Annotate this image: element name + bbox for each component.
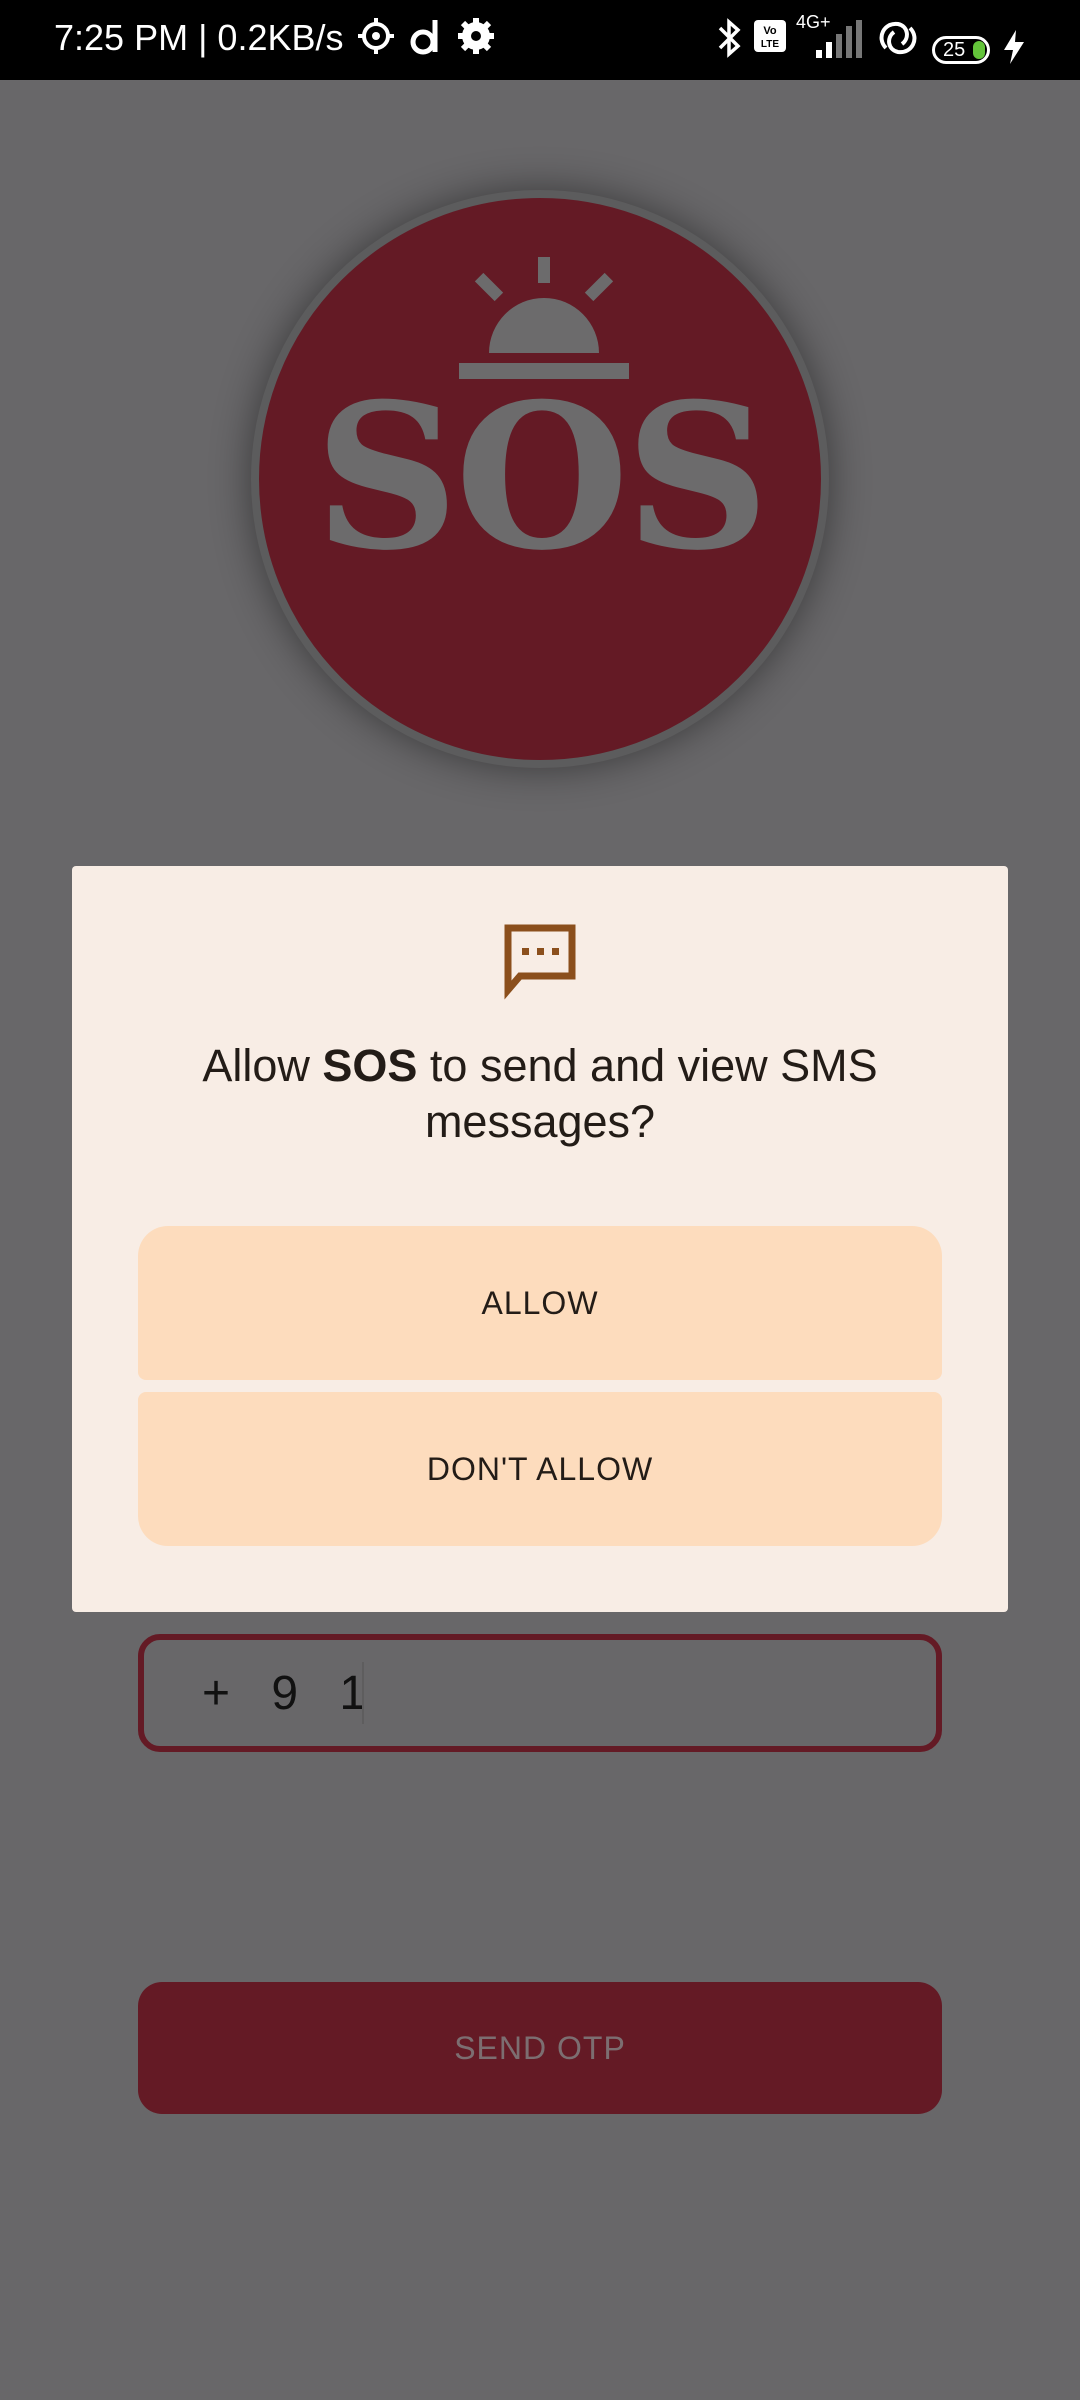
- status-bar: 7:25 PM | 0.2KB/s Vo LTE 4G+ 25: [0, 0, 1080, 80]
- dialog-title-suffix: to send and view SMS messages?: [417, 1040, 878, 1147]
- battery-fill: [973, 41, 985, 59]
- dialog-title-prefix: Allow: [202, 1040, 323, 1091]
- sms-permission-dialog: Allow SOS to send and view SMS messages?…: [72, 866, 1008, 1612]
- signal-icon: [816, 20, 862, 58]
- gear-outline-icon: [358, 18, 394, 54]
- status-time: 7:25 PM | 0.2KB/s: [54, 17, 344, 58]
- dialog-title: Allow SOS to send and view SMS messages?: [132, 1038, 948, 1150]
- battery-level: 25: [943, 39, 966, 61]
- send-otp-button[interactable]: SEND OTP: [138, 1982, 942, 2114]
- country-code[interactable]: + 9 1: [202, 1666, 380, 1721]
- charging-icon: [1004, 30, 1024, 64]
- allow-button[interactable]: ALLOW: [138, 1226, 942, 1380]
- dont-allow-button[interactable]: DON'T ALLOW: [138, 1392, 942, 1546]
- gear-icon: [458, 18, 494, 54]
- phone-number-input[interactable]: + 9 1: [138, 1634, 942, 1752]
- sos-logo: SOS: [251, 190, 829, 768]
- hotspot-icon: [879, 21, 917, 55]
- sms-message-icon: [504, 924, 576, 1000]
- volte-icon: Vo LTE: [754, 20, 786, 52]
- svg-text:Vo: Vo: [763, 25, 777, 37]
- svg-text:LTE: LTE: [761, 39, 779, 50]
- bluetooth-icon: [718, 18, 741, 58]
- logo-text: SOS: [314, 360, 769, 595]
- d-app-icon: [410, 20, 438, 55]
- dialog-app-name: SOS: [322, 1040, 418, 1091]
- battery-icon: 25: [932, 36, 990, 64]
- country-code-divider: [362, 1662, 364, 1724]
